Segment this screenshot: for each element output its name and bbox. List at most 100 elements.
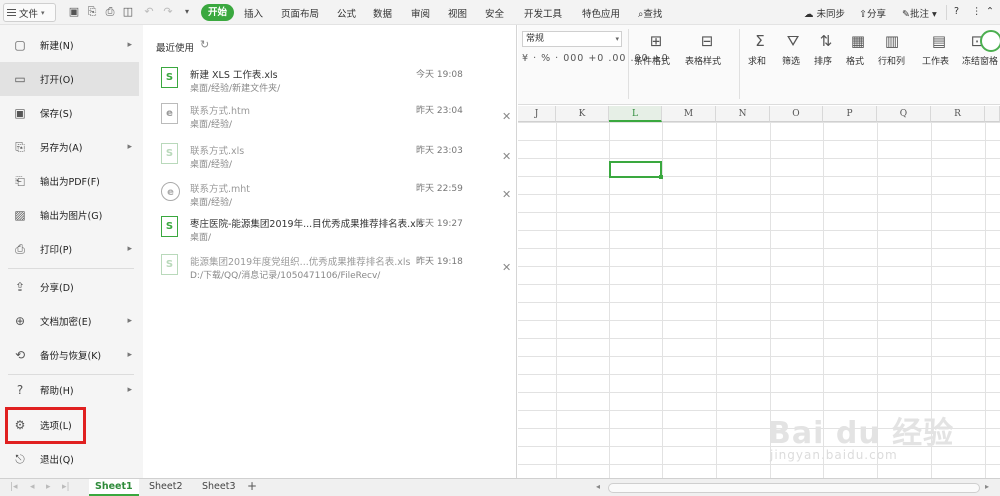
share-button[interactable]: ⇪分享 bbox=[859, 6, 886, 20]
tab-security[interactable]: 安全 bbox=[485, 6, 504, 20]
cloud-icon: ☁ bbox=[804, 9, 814, 20]
sheet-tab[interactable]: Sheet3 bbox=[196, 479, 242, 496]
undo-icon[interactable]: ↶ bbox=[141, 5, 157, 18]
column-header[interactable]: R bbox=[931, 106, 985, 122]
more-icon[interactable]: ⋮ bbox=[972, 6, 982, 17]
menu-item-save[interactable]: ▣ 保存(S) bbox=[0, 96, 139, 130]
rows-columns-button[interactable]: 行和列 bbox=[878, 54, 905, 67]
next-sheet-icon[interactable]: ▸ bbox=[46, 482, 51, 492]
recent-file-item[interactable]: e 联系方式.mht 桌面/经验/ 昨天 22:59 ✕ bbox=[143, 177, 517, 213]
file-path: 桌面/ bbox=[190, 233, 212, 243]
worksheet-icon[interactable]: ▤ bbox=[928, 32, 950, 52]
close-icon[interactable]: ✕ bbox=[502, 150, 511, 163]
help-icon[interactable]: ? bbox=[954, 6, 959, 17]
menu-item-label: 输出为图片(G) bbox=[40, 211, 103, 222]
menu-item-print[interactable]: ⎙ 打印(P) ▸ bbox=[0, 232, 139, 266]
search-button[interactable]: ⌕查找 bbox=[638, 6, 662, 20]
tab-formula[interactable]: 公式 bbox=[337, 6, 356, 20]
customize-arrow-icon[interactable]: ▾ bbox=[179, 7, 195, 16]
column-header-selected[interactable]: L bbox=[609, 106, 662, 122]
first-sheet-icon[interactable]: |◂ bbox=[10, 482, 18, 492]
tab-view[interactable]: 视图 bbox=[448, 6, 467, 20]
prev-sheet-icon[interactable]: ◂ bbox=[30, 482, 35, 492]
column-header[interactable]: N bbox=[716, 106, 770, 122]
format-button[interactable]: 格式 bbox=[846, 54, 864, 67]
recent-files-panel: 最近使用 ↻ S 新建 XLS 工作表.xls 桌面/经验/新建文件夹/ 今天 … bbox=[143, 25, 517, 478]
save-icon[interactable]: ▣ bbox=[66, 5, 82, 18]
recent-file-item[interactable]: e 联系方式.htm 桌面/经验/ 昨天 23:04 ✕ bbox=[143, 99, 517, 135]
column-header[interactable]: M bbox=[662, 106, 716, 122]
filter-icon[interactable]: ⛛ bbox=[782, 32, 804, 52]
refresh-icon[interactable]: ↻ bbox=[200, 38, 209, 51]
menu-item-label: 打开(O) bbox=[40, 75, 74, 86]
tab-home[interactable]: 开始 bbox=[201, 4, 235, 21]
tab-review[interactable]: 审阅 bbox=[411, 6, 430, 20]
tab-developer[interactable]: 开发工具 bbox=[524, 6, 562, 20]
menu-item-new[interactable]: ▢ 新建(N) ▸ bbox=[0, 28, 139, 62]
sheet-tab-bar: |◂ ◂ ▸ ▸| Sheet1 Sheet2 Sheet3 + ◂ ▸ bbox=[0, 478, 1000, 496]
worksheet-button[interactable]: 工作表 bbox=[922, 54, 949, 67]
table-style-icon[interactable]: ⊟ bbox=[696, 32, 718, 52]
menu-item-export-pdf[interactable]: ⎗ 输出为PDF(F) bbox=[0, 164, 139, 198]
format-icon[interactable]: ▦ bbox=[847, 32, 869, 52]
print-icon[interactable]: ⎙ bbox=[102, 5, 118, 19]
close-icon[interactable]: ✕ bbox=[502, 261, 511, 274]
active-cell[interactable] bbox=[609, 161, 663, 179]
menu-item-label: 备份与恢复(K) bbox=[40, 351, 102, 362]
file-menu-button[interactable]: 文件 ▾ bbox=[3, 3, 56, 22]
scroll-right-icon[interactable]: ▸ bbox=[985, 482, 989, 491]
menu-item-backup[interactable]: ⟲ 备份与恢复(K) ▸ bbox=[0, 338, 139, 372]
add-sheet-icon[interactable]: + bbox=[247, 479, 257, 493]
conditional-format-icon[interactable]: ⊞ bbox=[645, 32, 667, 52]
column-header[interactable]: J bbox=[518, 106, 556, 122]
scroll-left-icon[interactable]: ◂ bbox=[596, 482, 600, 491]
rows-columns-icon[interactable]: ▥ bbox=[881, 32, 903, 52]
close-icon[interactable]: ✕ bbox=[502, 188, 511, 201]
recent-file-item[interactable]: S 能源集团2019年度党组织...优秀成果推荐排名表.xls D:/下载/QQ… bbox=[143, 250, 517, 286]
comment-button[interactable]: ✎批注 ▾ bbox=[902, 6, 937, 20]
menu-item-save-as[interactable]: ⎘ 另存为(A) ▸ bbox=[0, 130, 139, 164]
conditional-format-button[interactable]: 条件格式 bbox=[634, 54, 670, 67]
close-icon[interactable]: ✕ bbox=[502, 110, 511, 123]
recent-file-item[interactable]: S 新建 XLS 工作表.xls 桌面/经验/新建文件夹/ 今天 19:08 bbox=[143, 63, 517, 99]
sheet-tab[interactable]: Sheet2 bbox=[143, 479, 189, 496]
tab-features[interactable]: 特色应用 bbox=[582, 6, 620, 20]
round-toggle-icon[interactable] bbox=[980, 30, 1000, 52]
recent-file-item[interactable]: S 枣庄医院-能源集团2019年...目优秀成果推荐排名表.xls 桌面/ 昨天… bbox=[143, 212, 517, 248]
horizontal-scrollbar[interactable] bbox=[608, 483, 980, 493]
sum-icon[interactable]: Σ bbox=[749, 32, 771, 52]
recent-file-item[interactable]: S 联系方式.xls 桌面/经验/ 昨天 23:03 ✕ bbox=[143, 139, 517, 175]
sync-status[interactable]: ☁ 未同步 bbox=[804, 6, 845, 20]
tab-insert[interactable]: 插入 bbox=[244, 6, 263, 20]
sort-icon[interactable]: ⇅ bbox=[815, 32, 837, 52]
column-header[interactable]: Q bbox=[877, 106, 931, 122]
print-preview-icon[interactable]: ◫ bbox=[120, 5, 136, 18]
menu-item-encrypt[interactable]: ⊕ 文档加密(E) ▸ bbox=[0, 304, 139, 338]
menu-item-share[interactable]: ⇪ 分享(D) bbox=[0, 270, 139, 304]
column-header[interactable]: P bbox=[823, 106, 877, 122]
menu-item-open[interactable]: ▭ 打开(O) bbox=[0, 62, 139, 96]
column-header[interactable]: K bbox=[556, 106, 609, 122]
sort-button[interactable]: 排序 bbox=[814, 54, 832, 67]
file-time: 昨天 22:59 bbox=[416, 184, 463, 194]
menu-item-exit[interactable]: ⎋ 退出(Q) bbox=[0, 442, 139, 476]
table-style-button[interactable]: 表格样式 bbox=[685, 54, 721, 67]
filter-button[interactable]: 筛选 bbox=[782, 54, 800, 67]
sheet-tab-active[interactable]: Sheet1 bbox=[89, 479, 139, 496]
share-label: 分享 bbox=[866, 9, 886, 20]
xls-file-icon: S bbox=[161, 216, 178, 237]
menu-item-help[interactable]: ? 帮助(H) ▸ bbox=[0, 373, 139, 407]
sum-button[interactable]: 求和 bbox=[748, 54, 766, 67]
export-icon[interactable]: ⎘ bbox=[84, 5, 100, 19]
column-header[interactable]: O bbox=[770, 106, 823, 122]
number-format-select[interactable]: 常规 ▾ bbox=[522, 31, 622, 47]
redo-icon[interactable]: ↷ bbox=[160, 5, 176, 18]
tab-page-layout[interactable]: 页面布局 bbox=[281, 6, 319, 20]
tab-data[interactable]: 数据 bbox=[373, 6, 392, 20]
column-header[interactable] bbox=[985, 106, 1000, 122]
freeze-panes-button[interactable]: 冻结窗格 bbox=[962, 54, 998, 67]
last-sheet-icon[interactable]: ▸| bbox=[62, 482, 70, 492]
collapse-icon[interactable]: ⌃ bbox=[986, 6, 994, 17]
menu-item-label: 打印(P) bbox=[40, 245, 73, 256]
menu-item-export-image[interactable]: ▨ 输出为图片(G) bbox=[0, 198, 139, 232]
